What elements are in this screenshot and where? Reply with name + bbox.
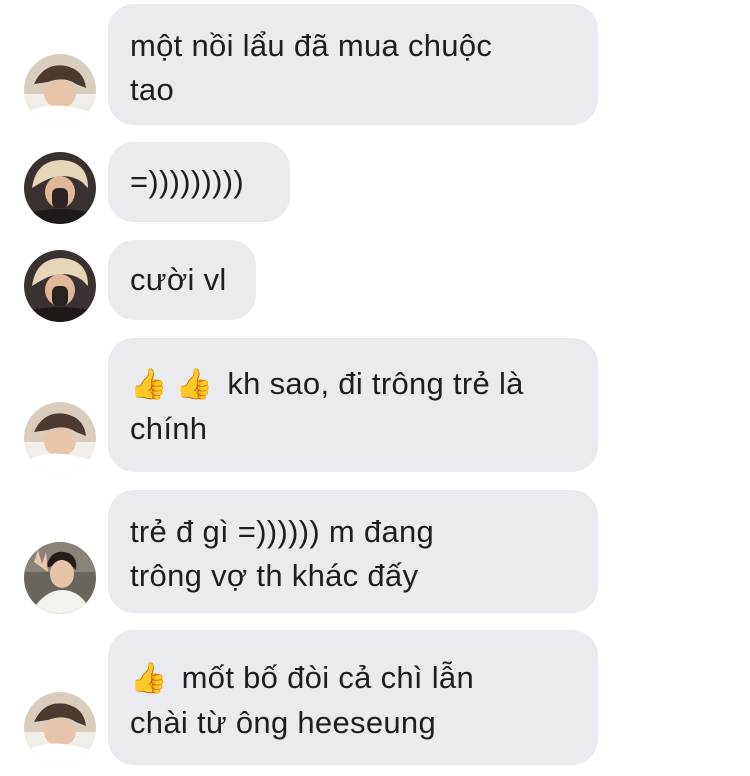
thumbs-up-icon: 👍 <box>175 368 214 401</box>
message-text-line: một nồi lẩu đã mua chuộc <box>130 28 493 63</box>
message-text: mốt bố đòi cả chì lẫn <box>181 660 475 695</box>
thumbs-up-icon: 👍 <box>130 368 168 401</box>
chat-thread: một nồi lẩu đã mua chuộc tao =))))))))) <box>0 0 750 776</box>
message-text-line: chính <box>130 411 208 446</box>
thumbs-up-icon: 👍 <box>130 662 168 695</box>
message-bubble[interactable]: 👍 mốt bố đòi cả chì lẫn chài từ ông heese… <box>108 630 598 765</box>
message-text-line: trông vợ th khác đấy <box>130 558 419 593</box>
message-text-line: trẻ đ gì =)))))) m đang <box>130 514 435 549</box>
message-text-line: tao <box>130 72 174 107</box>
message-bubble[interactable]: trẻ đ gì =)))))) m đang trông vợ th khác… <box>108 490 598 613</box>
message-text: kh sao, đi trông trẻ là <box>227 366 524 401</box>
avatar-man-peace-sign[interactable] <box>24 542 96 614</box>
message-text-line: cười vl <box>130 262 227 297</box>
message-text-line: 👍 👍 kh sao, đi trông trẻ là <box>130 362 574 407</box>
avatar-blonde-covering-face[interactable] <box>24 152 96 224</box>
message-bubble[interactable]: =))))))))) <box>108 142 290 222</box>
avatar-boy-sleeping[interactable] <box>24 402 96 474</box>
message-bubble[interactable]: một nồi lẩu đã mua chuộc tao <box>108 4 598 125</box>
message-text-line: 👍 mốt bố đòi cả chì lẫn <box>130 656 574 701</box>
message-bubble[interactable]: cười vl <box>108 240 256 320</box>
avatar-boy-sleeping[interactable] <box>24 54 96 126</box>
message-bubble[interactable]: 👍 👍 kh sao, đi trông trẻ là chính <box>108 338 598 472</box>
avatar-blonde-covering-face[interactable] <box>24 250 96 322</box>
message-text-line: =))))))))) <box>130 164 245 199</box>
avatar-boy-sleeping[interactable] <box>24 692 96 764</box>
message-text-line: chài từ ông heeseung <box>130 705 436 740</box>
